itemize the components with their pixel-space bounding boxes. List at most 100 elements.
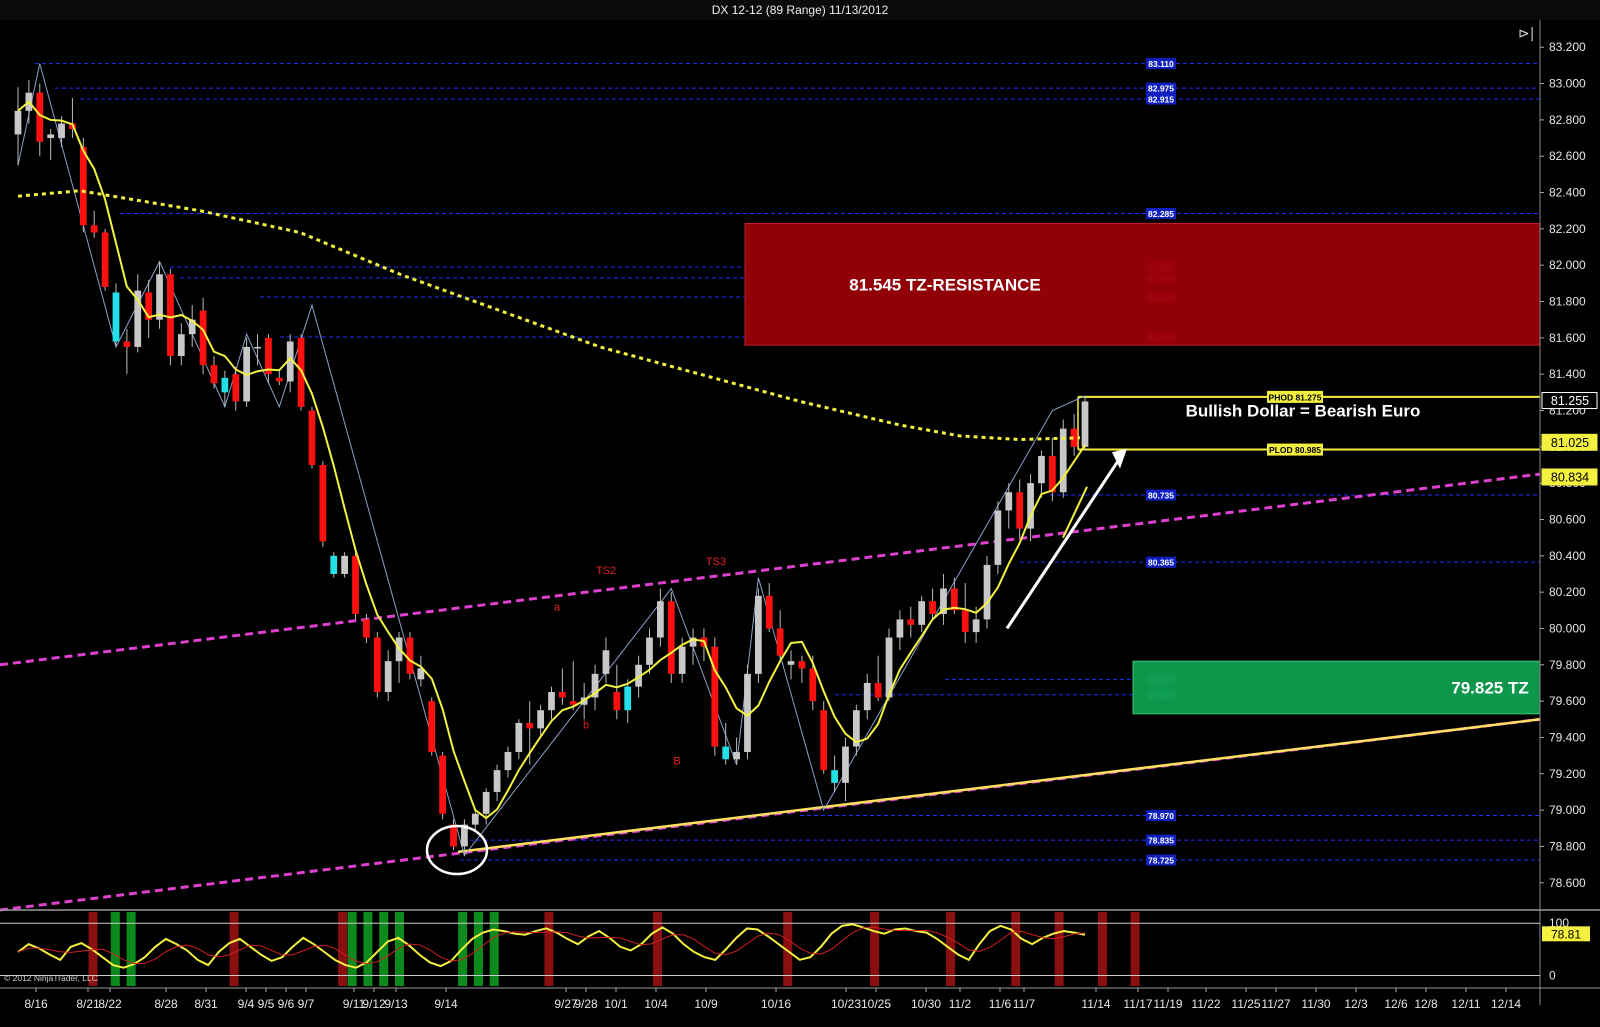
- candle-body: [275, 377, 283, 382]
- copyright-text: © 2012 NinjaTrader, LLC: [4, 973, 98, 983]
- level-label: 83.110: [1148, 59, 1174, 69]
- y-tick-label: 82.600: [1549, 149, 1586, 163]
- y-tick-label: 80.000: [1549, 621, 1586, 635]
- x-tick-label: 11/14: [1081, 997, 1110, 1011]
- x-tick-label: 9/5: [258, 997, 275, 1011]
- candle-body: [58, 123, 65, 139]
- candle-body: [428, 701, 436, 752]
- candle-body: [1016, 492, 1024, 529]
- resistance-zone-label: 81.545 TZ-RESISTANCE: [849, 275, 1040, 294]
- level-label: 78.835: [1148, 836, 1174, 846]
- candle-body: [177, 334, 185, 357]
- candle-body: [254, 346, 261, 349]
- candle-body: [874, 682, 882, 698]
- candle-body: [373, 637, 381, 693]
- candle-body: [199, 310, 207, 366]
- candle-body: [123, 341, 131, 347]
- marker-b: B: [673, 756, 680, 768]
- candle-body: [559, 692, 566, 698]
- candle-body: [352, 555, 359, 614]
- candle-body: [983, 564, 991, 620]
- x-tick-label: 10/1: [604, 997, 628, 1011]
- candle-body: [929, 601, 936, 614]
- candle-body: [537, 710, 544, 729]
- support-zone-label: 79.825 TZ: [1451, 679, 1529, 698]
- price-tag-label: 81.255: [1551, 394, 1589, 408]
- x-tick-label: 9/14: [434, 997, 458, 1011]
- price-chart[interactable]: 83.11082.97582.91582.28581.99081.93081.8…: [0, 20, 1600, 1027]
- candle-body: [765, 595, 773, 629]
- candle-body: [972, 619, 980, 633]
- candle-body: [624, 686, 632, 711]
- x-tick-label: 11/6: [989, 997, 1012, 1011]
- x-tick-label: 9/4: [238, 997, 255, 1011]
- marker-ts2: TS2: [596, 565, 616, 577]
- candle-body: [754, 595, 762, 674]
- x-tick-label: 10/16: [761, 997, 791, 1011]
- x-tick-label: 8/16: [24, 997, 48, 1011]
- x-tick-label: 11/19: [1153, 997, 1182, 1011]
- x-tick-label: 10/9: [694, 997, 718, 1011]
- x-tick-label: 8/31: [194, 997, 218, 1011]
- candle-body: [341, 555, 349, 574]
- x-tick-label: 9/13: [384, 997, 408, 1011]
- candle-body: [798, 661, 806, 669]
- x-tick-label: 12/11: [1451, 997, 1480, 1011]
- headline-annotation: Bullish Dollar = Bearish Euro: [1186, 402, 1421, 421]
- x-tick-label: 8/28: [154, 997, 178, 1011]
- y-tick-label: 79.600: [1549, 694, 1586, 708]
- candle-body: [330, 555, 338, 574]
- y-tick-label: 82.200: [1549, 222, 1586, 236]
- candle-body: [167, 274, 174, 357]
- x-tick-label: 11/22: [1191, 997, 1220, 1011]
- candle-body: [47, 134, 55, 139]
- candle-body: [14, 110, 22, 135]
- level-label: 82.285: [1148, 209, 1174, 219]
- candle-body: [363, 619, 370, 638]
- candle-body: [548, 692, 555, 711]
- candle-body: [221, 377, 229, 393]
- y-tick-label: 80.400: [1549, 549, 1586, 563]
- candle-body: [319, 465, 327, 542]
- y-tick-label: 80.600: [1549, 512, 1586, 526]
- x-tick-label: 11/17: [1123, 997, 1152, 1011]
- candle-body: [678, 646, 686, 674]
- x-tick-label: 12/14: [1491, 997, 1521, 1011]
- x-tick-label: 10/25: [861, 997, 891, 1011]
- plod-label: PLOD 80.985: [1269, 445, 1321, 455]
- x-tick-label: 12/6: [1384, 997, 1408, 1011]
- x-tick-label: 10/4: [644, 997, 668, 1011]
- scroll-end-icon: ⊳|: [1518, 26, 1534, 42]
- y-tick-label: 79.000: [1549, 803, 1586, 817]
- candle-body: [820, 710, 828, 771]
- marker-ts3: TS3: [706, 556, 726, 568]
- candle-body: [776, 628, 784, 656]
- x-tick-label: 11/27: [1261, 997, 1290, 1011]
- candle-body: [384, 661, 392, 693]
- y-tick-label: 83.000: [1549, 77, 1586, 91]
- osc-axis-label: 0: [1549, 969, 1556, 983]
- candle-body: [787, 661, 795, 665]
- y-tick-label: 79.200: [1549, 767, 1586, 781]
- x-tick-label: 11/30: [1301, 997, 1330, 1011]
- candle-body: [112, 292, 120, 342]
- y-tick-label: 82.800: [1549, 113, 1586, 127]
- y-tick-label: 81.800: [1549, 295, 1586, 309]
- candle-body: [646, 637, 653, 665]
- level-label: 80.735: [1148, 490, 1174, 500]
- candle-body: [918, 601, 926, 625]
- x-tick-label: 8/22: [98, 997, 122, 1011]
- candle-body: [450, 824, 457, 847]
- candle-body: [526, 722, 534, 729]
- x-tick-label: 11/7: [1013, 997, 1036, 1011]
- osc-value-label: 78.81: [1551, 927, 1581, 941]
- candle-body: [667, 601, 675, 674]
- candle-body: [493, 770, 501, 792]
- y-tick-label: 83.200: [1549, 40, 1586, 54]
- y-tick-label: 78.800: [1549, 839, 1586, 853]
- candle-body: [1005, 492, 1013, 511]
- y-tick-label: 79.400: [1549, 730, 1586, 744]
- price-tag-label: 81.025: [1551, 436, 1589, 450]
- candle-body: [733, 751, 740, 760]
- level-label: 82.975: [1148, 84, 1174, 94]
